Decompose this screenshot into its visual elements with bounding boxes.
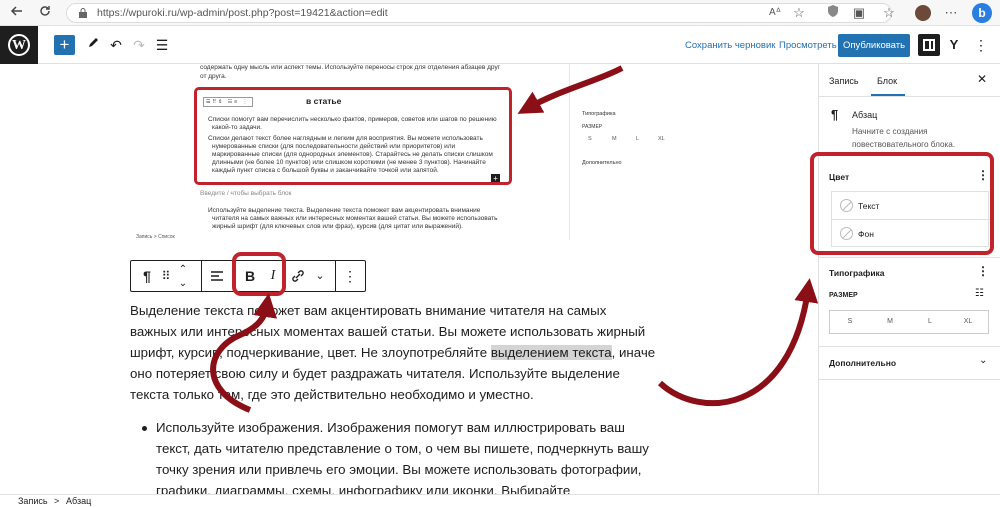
embed-size: M xyxy=(612,136,617,142)
link-icon[interactable] xyxy=(287,261,309,291)
shield-icon[interactable] xyxy=(824,4,842,22)
embed-size: S xyxy=(588,136,592,142)
embed-text: Введите / чтобы выбрать блок xyxy=(200,190,292,197)
block-title: Абзац xyxy=(852,110,878,120)
bullet-icon xyxy=(142,426,147,431)
embed-text: РАЗМЕР xyxy=(582,124,603,130)
divider xyxy=(819,257,1000,258)
paragraph-icon[interactable]: ¶ xyxy=(135,261,159,291)
embed-text: Используйте выделение текста. Выделение … xyxy=(208,207,481,214)
lock-icon xyxy=(79,8,87,18)
align-left-icon[interactable] xyxy=(205,261,229,291)
tab-post[interactable]: Запись xyxy=(829,76,859,86)
refresh-icon[interactable] xyxy=(36,4,54,22)
chevron-down-icon[interactable]: ⌄ xyxy=(979,355,987,366)
breadcrumb: Запись > Абзац xyxy=(0,494,1000,508)
selected-text: выделением текста xyxy=(490,345,612,360)
drag-handle-icon[interactable]: ⠿ xyxy=(159,261,173,291)
typography-panel-title[interactable]: Типографика xyxy=(829,268,885,278)
favorites-bar-icon[interactable]: ☆ xyxy=(880,4,898,22)
size-label: РАЗМЕР xyxy=(829,292,858,299)
breadcrumb-paragraph[interactable]: Абзац xyxy=(66,496,91,506)
embed-breadcrumb: Запись > Список xyxy=(136,234,175,240)
favorite-icon[interactable]: ☆ xyxy=(790,4,808,22)
embed-highlight-frame xyxy=(194,87,512,185)
embed-text: Типографика xyxy=(582,111,616,117)
toolbar-divider xyxy=(201,261,202,291)
embed-text: жирный шрифт (для ключевых слов или фраз… xyxy=(212,223,463,230)
redo-icon[interactable]: ↷ xyxy=(130,36,148,54)
paragraph-icon: ¶ xyxy=(831,107,839,122)
save-draft-button[interactable]: Сохранить черновик xyxy=(685,40,775,51)
add-block-button[interactable]: + xyxy=(54,35,75,55)
toolbar-divider xyxy=(335,261,336,291)
read-aloud-icon[interactable]: Aᐞ xyxy=(766,4,784,22)
embed-size: L xyxy=(636,136,640,142)
wordpress-logo-icon[interactable]: W xyxy=(0,26,38,64)
divider xyxy=(819,96,1000,97)
document-overview-icon[interactable]: ☰ xyxy=(153,36,171,54)
typography-options-icon[interactable]: ⋮ xyxy=(977,264,989,278)
breadcrumb-post[interactable]: Запись xyxy=(18,496,48,506)
custom-size-icon[interactable]: ☷ xyxy=(975,288,984,299)
embed-text: от друга. xyxy=(200,73,227,80)
embed-text: читателя на самых важных или интересных … xyxy=(212,215,498,222)
more-icon[interactable]: ⋯ xyxy=(942,4,960,22)
yoast-icon[interactable]: Y xyxy=(945,36,963,54)
pen-tool-icon[interactable] xyxy=(84,36,102,54)
divider xyxy=(819,346,1000,347)
font-size-picker: S M L XL xyxy=(829,310,989,334)
move-up-down-icon[interactable]: ⌃ ⌄ xyxy=(175,263,191,293)
options-icon[interactable]: ⋮ xyxy=(972,36,990,54)
arrow-to-sidebar xyxy=(657,278,819,407)
bing-icon[interactable]: b xyxy=(972,3,992,23)
preview-button[interactable]: Просмотреть xyxy=(779,40,837,51)
embedded-screenshot: содержать одну мысль или аспект темы. Ис… xyxy=(136,64,676,240)
profile-avatar[interactable] xyxy=(914,4,932,22)
color-highlight-frame xyxy=(810,152,994,255)
tab-block[interactable]: Блок xyxy=(877,76,897,86)
embed-size: XL xyxy=(658,136,665,142)
browser-bar: https://wpuroki.ru/wp-admin/post.php?pos… xyxy=(0,0,1000,26)
settings-sidebar: Запись Блок ✕ ¶ Абзац Начните с создания… xyxy=(818,64,1000,494)
paragraph-block[interactable]: Выделение текста поможет вам акцентирова… xyxy=(130,300,656,405)
size-l-button[interactable]: L xyxy=(910,318,950,325)
size-s-button[interactable]: S xyxy=(830,318,870,325)
more-options-icon[interactable]: ⋮ xyxy=(339,261,361,291)
block-description: Начните с создания повествовательного бл… xyxy=(852,127,956,149)
size-xl-button[interactable]: XL xyxy=(948,318,988,325)
breadcrumb-separator: > xyxy=(54,496,60,506)
toolbar-highlight-frame xyxy=(232,252,286,296)
collections-icon[interactable]: ▣ xyxy=(850,4,868,22)
url-text: https://wpuroki.ru/wp-admin/post.php?pos… xyxy=(97,7,388,19)
size-m-button[interactable]: M xyxy=(870,318,910,325)
embed-sidebar: Типографика РАЗМЕР S M L XL Дополнительн… xyxy=(569,64,676,240)
embed-text: Дополнительно xyxy=(582,160,622,166)
chevron-down-icon[interactable]: ⌄ xyxy=(311,261,329,291)
publish-button[interactable]: Опубликовать xyxy=(838,34,910,57)
close-icon[interactable]: ✕ xyxy=(977,72,987,86)
advanced-panel-title[interactable]: Дополнительно xyxy=(829,358,896,368)
divider xyxy=(819,379,1000,380)
editor-header: W + ↶ ↷ ☰ Сохранить черновик Просмотреть… xyxy=(0,26,1000,64)
embed-text: содержать одну мысль или аспект темы. Ис… xyxy=(200,64,501,71)
back-arrow-icon[interactable] xyxy=(8,4,26,22)
undo-icon[interactable]: ↶ xyxy=(107,36,125,54)
settings-toggle-icon[interactable] xyxy=(918,34,940,56)
